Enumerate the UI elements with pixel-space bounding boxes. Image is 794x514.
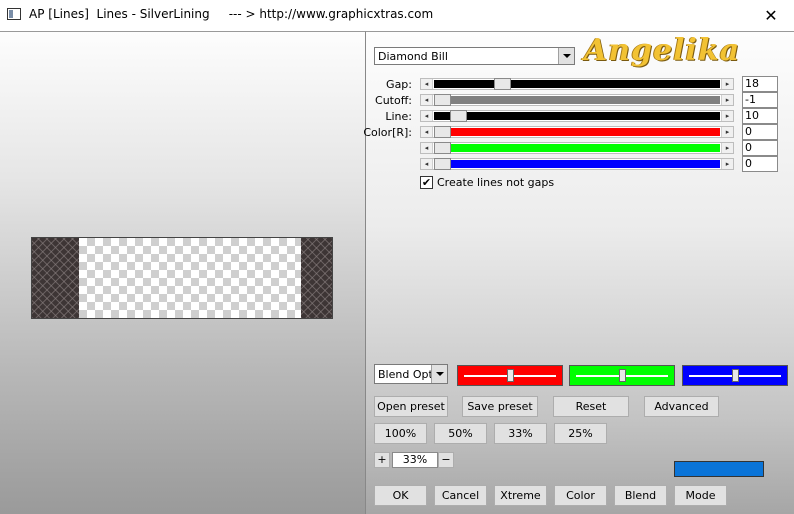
blend-button[interactable]: Blend xyxy=(614,485,667,506)
chevron-down-icon[interactable] xyxy=(558,48,574,64)
preview-pattern-left xyxy=(32,238,79,318)
line-track[interactable] xyxy=(434,112,720,120)
gap-slider[interactable]: ◂ ▸ xyxy=(420,78,734,90)
arrow-right-icon[interactable]: ▸ xyxy=(721,111,733,121)
color-b-slider[interactable]: ◂ ▸ xyxy=(420,158,734,170)
line-value-field[interactable]: 10 xyxy=(742,108,778,124)
arrow-left-icon[interactable]: ◂ xyxy=(421,111,433,121)
zoom-out-button[interactable]: − xyxy=(438,452,454,468)
cutoff-slider[interactable]: ◂ ▸ xyxy=(420,94,734,106)
arrow-right-icon[interactable]: ▸ xyxy=(721,143,733,153)
color-g-thumb[interactable] xyxy=(434,142,451,154)
preview-pattern-right xyxy=(301,238,332,318)
blend-green-slider[interactable] xyxy=(569,365,675,386)
arrow-right-icon[interactable]: ▸ xyxy=(721,159,733,169)
arrow-right-icon[interactable]: ▸ xyxy=(721,79,733,89)
blend-blue-slider[interactable] xyxy=(682,365,788,386)
save-preset-button[interactable]: Save preset xyxy=(462,396,538,417)
app-icon xyxy=(7,8,21,20)
zoom-level-field[interactable]: 33% xyxy=(392,452,438,468)
create-lines-checkbox[interactable]: ✔ xyxy=(420,176,433,189)
color-r-label: Color[R]: xyxy=(363,126,412,139)
arrow-left-icon[interactable]: ◂ xyxy=(421,143,433,153)
title-bar: AP [Lines] Lines - SilverLining --- > ht… xyxy=(0,0,794,31)
color-g-value-field[interactable]: 0 xyxy=(742,140,778,156)
arrow-right-icon[interactable]: ▸ xyxy=(721,95,733,105)
zoom-in-button[interactable]: + xyxy=(374,452,390,468)
zoom-33-button[interactable]: 33% xyxy=(494,423,547,444)
cutoff-track[interactable] xyxy=(434,96,720,104)
zoom-100-button[interactable]: 100% xyxy=(374,423,427,444)
zoom-25-button[interactable]: 25% xyxy=(554,423,607,444)
slider-knob[interactable] xyxy=(732,369,739,382)
gap-track[interactable] xyxy=(434,80,720,88)
color-g-track[interactable] xyxy=(434,144,720,152)
color-r-value-field[interactable]: 0 xyxy=(742,124,778,140)
xtreme-button[interactable]: Xtreme xyxy=(494,485,547,506)
color-g-slider[interactable]: ◂ ▸ xyxy=(420,142,734,154)
line-slider[interactable]: ◂ ▸ xyxy=(420,110,734,122)
cancel-button[interactable]: Cancel xyxy=(434,485,487,506)
color-r-slider[interactable]: ◂ ▸ xyxy=(420,126,734,138)
reset-button[interactable]: Reset xyxy=(553,396,629,417)
blend-options-dropdown[interactable]: Blend Optic xyxy=(374,364,448,384)
gap-thumb[interactable] xyxy=(494,78,511,90)
arrow-left-icon[interactable]: ◂ xyxy=(421,95,433,105)
cutoff-label: Cutoff: xyxy=(375,94,412,107)
preset-dropdown[interactable]: Diamond Bill xyxy=(374,47,575,65)
color-swatch[interactable] xyxy=(674,461,764,477)
chevron-down-icon[interactable] xyxy=(431,365,447,383)
blend-red-slider[interactable] xyxy=(457,365,563,386)
close-button[interactable]: ✕ xyxy=(748,0,794,31)
color-b-thumb[interactable] xyxy=(434,158,451,170)
slider-knob[interactable] xyxy=(507,369,514,382)
cutoff-thumb[interactable] xyxy=(434,94,451,106)
color-b-track[interactable] xyxy=(434,160,720,168)
gap-label: Gap: xyxy=(386,78,412,91)
color-b-value-field[interactable]: 0 xyxy=(742,156,778,172)
cutoff-value-field[interactable]: -1 xyxy=(742,92,778,108)
open-preset-button[interactable]: Open preset xyxy=(374,396,448,417)
color-button[interactable]: Color xyxy=(554,485,607,506)
gap-value-field[interactable]: 18 xyxy=(742,76,778,92)
blend-options-value: Blend Optic xyxy=(378,368,432,381)
preview-pane xyxy=(0,31,366,514)
color-r-track[interactable] xyxy=(434,128,720,136)
color-r-thumb[interactable] xyxy=(434,126,451,138)
slider-knob[interactable] xyxy=(619,369,626,382)
checkmark-icon: ✔ xyxy=(421,176,432,189)
line-thumb[interactable] xyxy=(450,110,467,122)
zoom-50-button[interactable]: 50% xyxy=(434,423,487,444)
arrow-left-icon[interactable]: ◂ xyxy=(421,159,433,169)
angelika-logo: Angelika xyxy=(584,33,741,68)
preview-image xyxy=(31,237,333,319)
line-label: Line: xyxy=(385,110,412,123)
mode-button[interactable]: Mode xyxy=(674,485,727,506)
arrow-left-icon[interactable]: ◂ xyxy=(421,79,433,89)
window-title: AP [Lines] Lines - SilverLining --- > ht… xyxy=(29,7,434,21)
create-lines-label: Create lines not gaps xyxy=(437,176,555,189)
arrow-left-icon[interactable]: ◂ xyxy=(421,127,433,137)
arrow-right-icon[interactable]: ▸ xyxy=(721,127,733,137)
transparency-checkerboard xyxy=(79,238,301,318)
preset-dropdown-value: Diamond Bill xyxy=(378,50,448,63)
advanced-button[interactable]: Advanced xyxy=(644,396,719,417)
ok-button[interactable]: OK xyxy=(374,485,427,506)
